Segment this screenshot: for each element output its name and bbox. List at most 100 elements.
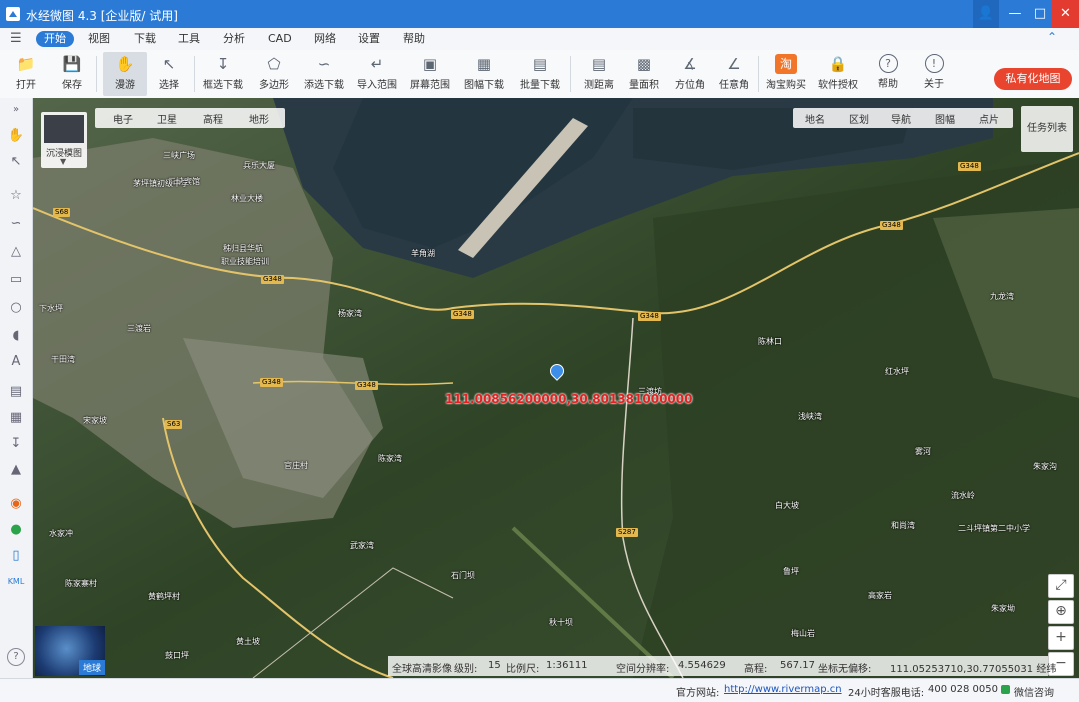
screen-icon: ▣	[422, 55, 438, 73]
folder-icon: 📁	[16, 55, 36, 73]
tool-area-button[interactable]: ▩ 量面积	[622, 52, 666, 96]
place-label: 三峡广场	[163, 151, 195, 160]
place-label: 杨家湾	[338, 309, 362, 318]
tool-folder-button[interactable]: 📁 打开	[4, 52, 48, 96]
wechat-icon[interactable]	[1001, 685, 1010, 694]
share-icon[interactable]: ●	[6, 520, 26, 540]
collapse-ribbon-icon[interactable]: ⌃	[1047, 30, 1057, 44]
tool-lock-button[interactable]: 🔒 软件授权	[816, 52, 860, 96]
angle-icon: ∠	[727, 55, 741, 73]
close-button[interactable]: ✕	[1052, 0, 1079, 28]
tool-grid-download-button[interactable]: ▦ 图幅下载	[462, 52, 506, 96]
place-label: 朱家坳	[991, 604, 1015, 613]
layer-icon[interactable]: ▦	[6, 408, 26, 428]
overlay-tiles[interactable]: 点片	[979, 111, 999, 126]
globe-minimap[interactable]: 地球	[35, 626, 105, 676]
menu-settings[interactable]: 设置	[350, 31, 388, 47]
overlay-sheets[interactable]: 图幅	[935, 111, 955, 126]
menu-network[interactable]: 网络	[306, 31, 344, 47]
place-label: 林业大楼	[231, 194, 263, 203]
menu-cad[interactable]: CAD	[260, 31, 300, 47]
tool-batch-button[interactable]: ▤ 批量下载	[518, 52, 562, 96]
road-label: G348	[355, 381, 378, 390]
place-label: 陈林口	[758, 337, 782, 346]
layers-stack-icon[interactable]: ◉	[6, 494, 26, 514]
tool-line-download-button[interactable]: ∽ 添选下载	[302, 52, 346, 96]
imagery-source: 全球高清影像	[392, 664, 452, 675]
draw-line-icon[interactable]: ∽	[6, 214, 26, 234]
tool-hand-button[interactable]: ✋ 漫游	[103, 52, 147, 96]
level-label: 级别:	[454, 664, 478, 675]
map-status-bar: 全球高清影像 级别: 15 比例尺: 1:36111 空间分辨率: 4.5546…	[388, 656, 1056, 676]
tool-taobao-button[interactable]: 淘淘宝购买	[764, 52, 808, 96]
place-label: 鲁坪	[783, 567, 799, 576]
tool-label: 框选下载	[203, 80, 243, 91]
tool-azimuth-button[interactable]: ∡ 方位角	[668, 52, 712, 96]
azimuth-icon: ∡	[683, 55, 697, 73]
stamp-icon[interactable]: ▲	[6, 460, 26, 480]
locate-icon[interactable]: ⊕	[1048, 600, 1074, 624]
menu-tools[interactable]: 工具	[170, 31, 208, 47]
tool-screen-button[interactable]: ▣ 屏幕范围	[408, 52, 452, 96]
expand-panel-icon[interactable]: »	[6, 100, 26, 120]
grid-download-icon: ▦	[476, 55, 492, 73]
scale-value: 1:36111	[546, 660, 588, 671]
tool-angle-button[interactable]: ∠ 任意角	[712, 52, 756, 96]
tool-label: 保存	[62, 80, 82, 91]
overlay-place-names[interactable]: 地名	[805, 111, 825, 126]
place-label: 陈家寨村	[65, 579, 97, 588]
draw-circle-icon[interactable]: ○	[6, 298, 26, 318]
toolbar-separator	[194, 56, 195, 92]
draw-polygon-icon[interactable]: △	[6, 242, 26, 262]
fullscreen-icon[interactable]: ⤢	[1048, 574, 1074, 598]
tool-box-download-button[interactable]: ↧ 框选下载	[201, 52, 245, 96]
app-logo-icon	[6, 7, 20, 21]
user-account-icon[interactable]: 👤	[973, 0, 999, 28]
pan-hand-icon[interactable]: ✋	[6, 126, 26, 146]
tool-save-button[interactable]: 💾 保存	[50, 52, 94, 96]
minimize-button[interactable]: —	[1002, 0, 1028, 28]
map-type-elevation[interactable]: 高程	[203, 111, 223, 126]
tool-cursor-button[interactable]: ↖ 选择	[147, 52, 191, 96]
add-text-icon[interactable]: A	[6, 352, 26, 372]
menu-start[interactable]: 开始	[36, 31, 74, 47]
website-link[interactable]: http://www.rivermap.cn	[724, 684, 842, 695]
tool-ruler-button[interactable]: ▤ 测距离	[577, 52, 621, 96]
private-map-button[interactable]: 私有化地图	[994, 68, 1072, 90]
road-label: G348	[880, 221, 903, 230]
ruler-icon[interactable]: ▤	[6, 382, 26, 402]
draw-point-icon[interactable]: ☆	[6, 186, 26, 206]
ruler-icon: ▤	[591, 55, 607, 73]
kml-icon[interactable]: KML	[6, 572, 26, 592]
mobile-icon[interactable]: ▯	[6, 546, 26, 566]
tool-import-button[interactable]: ↵ 导入范围	[355, 52, 399, 96]
map-type-electronic[interactable]: 电子	[113, 111, 133, 126]
phone-label: 24小时客服电话:	[848, 688, 925, 699]
menu-download[interactable]: 下载	[126, 31, 164, 47]
overlay-navigation[interactable]: 导航	[891, 111, 911, 126]
place-label: 陈家湾	[378, 454, 402, 463]
task-list-button[interactable]: 任务列表	[1021, 106, 1073, 152]
download-icon[interactable]: ↧	[6, 434, 26, 454]
map-type-satellite[interactable]: 卫星	[157, 111, 177, 126]
tool-polygon-button[interactable]: ⬠ 多边形	[252, 52, 296, 96]
menu-analysis[interactable]: 分析	[215, 31, 253, 47]
place-label: 和尚湾	[891, 521, 915, 530]
wechat-consult[interactable]: 微信咨询	[1014, 684, 1054, 699]
menu-view[interactable]: 视图	[80, 31, 118, 47]
road-label: S287	[616, 528, 638, 537]
zoom-in-button[interactable]: +	[1048, 626, 1074, 650]
tool-help-button[interactable]: ? 帮助	[866, 52, 910, 96]
draw-rectangle-icon[interactable]: ▭	[6, 270, 26, 290]
map-style-thumbnail[interactable]: 沉浸模图 ▼	[41, 112, 87, 168]
help-icon[interactable]: ?	[7, 648, 25, 666]
overlay-districts[interactable]: 区划	[849, 111, 869, 126]
draw-sector-icon[interactable]: ◖	[6, 326, 26, 346]
hamburger-menu-icon[interactable]: ☰	[10, 31, 22, 46]
map-type-terrain[interactable]: 地形	[249, 111, 269, 126]
tool-info-button[interactable]: ! 关于	[912, 52, 956, 96]
maximize-button[interactable]: □	[1027, 0, 1053, 28]
select-arrow-icon[interactable]: ↖	[6, 152, 26, 172]
map-view[interactable]: 三峡广场 三峡宾馆 兵乐大厦 茅坪镇初级中学 林业大楼 秭归县华航 职业技能培训 下水坪 三渡岩…	[33, 98, 1079, 678]
menu-help[interactable]: 帮助	[395, 31, 433, 47]
